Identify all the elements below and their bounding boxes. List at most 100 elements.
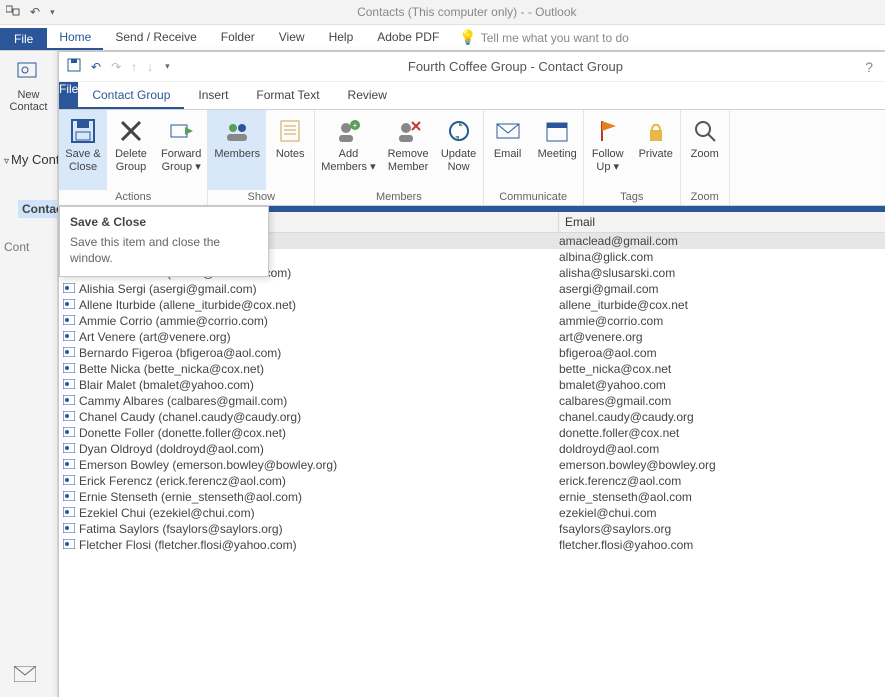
member-email: fsaylors@saylors.org xyxy=(559,522,885,536)
contact-card-icon xyxy=(59,491,79,504)
inner-tab-format-text[interactable]: Format Text xyxy=(242,82,333,109)
contact-card-icon xyxy=(59,459,79,472)
contact-card-icon xyxy=(59,331,79,344)
member-row[interactable]: Chanel Caudy (chanel.caudy@caudy.org)cha… xyxy=(59,409,885,425)
qat-save-icon[interactable] xyxy=(67,58,81,75)
qat-prev-icon[interactable]: ↑ xyxy=(131,60,137,74)
member-email: allene_iturbide@cox.net xyxy=(559,298,885,312)
member-name: Art Venere (art@venere.org) xyxy=(79,330,559,344)
member-name: Ammie Corrio (ammie@corrio.com) xyxy=(79,314,559,328)
member-row[interactable]: Blair Malet (bmalet@yahoo.com)bmalet@yah… xyxy=(59,377,885,393)
add-members-button[interactable]: + Add Members ▾ xyxy=(315,110,381,190)
qat-redo-icon[interactable]: ↷ xyxy=(111,60,121,74)
tell-me-search[interactable]: 💡 Tell me what you want to do xyxy=(451,25,637,50)
ribbon-group-actions: Save & CloseDelete GroupForward Group ▾A… xyxy=(59,110,208,205)
update-now-button[interactable]: Update Now xyxy=(435,110,483,190)
member-name: Chanel Caudy (chanel.caudy@caudy.org) xyxy=(79,410,559,424)
member-row[interactable]: Fatima Saylors (fsaylors@saylors.org)fsa… xyxy=(59,521,885,537)
members-list-area: Name Email amaclead@gmail.comAlbina Glic… xyxy=(59,212,885,697)
member-email: ammie@corrio.com xyxy=(559,314,885,328)
outer-tab-home[interactable]: Home xyxy=(47,26,103,50)
zoom-button[interactable]: Zoom xyxy=(681,110,729,190)
remove-member-button[interactable]: Remove Member xyxy=(382,110,435,190)
outer-window-title: Contacts (This computer only) - - Outloo… xyxy=(55,5,879,19)
private-button[interactable]: Private xyxy=(632,110,680,190)
outer-tab-help[interactable]: Help xyxy=(317,26,366,50)
member-row[interactable]: Bernardo Figeroa (bfigeroa@aol.com)bfige… xyxy=(59,345,885,361)
follow-up-label: Follow Up ▾ xyxy=(592,148,624,173)
member-row[interactable]: Dyan Oldroyd (doldroyd@aol.com)doldroyd@… xyxy=(59,441,885,457)
contact-card-icon xyxy=(59,427,79,440)
search-contacts-label[interactable]: Cont xyxy=(4,240,29,254)
follow-up-button[interactable]: Follow Up ▾ xyxy=(584,110,632,190)
new-contact-icon xyxy=(2,59,55,89)
member-row[interactable]: Donette Foller (donette.foller@cox.net)d… xyxy=(59,425,885,441)
ribbon-group-tags: Follow Up ▾PrivateTags xyxy=(584,110,681,205)
inner-tab-insert[interactable]: Insert xyxy=(184,82,242,109)
member-row[interactable]: Cammy Albares (calbares@gmail.com)calbar… xyxy=(59,393,885,409)
member-row[interactable]: Allene Iturbide (allene_iturbide@cox.net… xyxy=(59,297,885,313)
member-row[interactable]: Ernie Stenseth (ernie_stenseth@aol.com)e… xyxy=(59,489,885,505)
member-email: ezekiel@chui.com xyxy=(559,506,885,520)
member-name: Ezekiel Chui (ezekiel@chui.com) xyxy=(79,506,559,520)
member-name: Bernardo Figeroa (bfigeroa@aol.com) xyxy=(79,346,559,360)
delete-group-button[interactable]: Delete Group xyxy=(107,110,155,190)
qat-send-receive-icon[interactable] xyxy=(6,3,22,22)
member-row[interactable]: Art Venere (art@venere.org)art@venere.or… xyxy=(59,329,885,345)
add-members-label: Add Members ▾ xyxy=(321,148,375,173)
update-now-label: Update Now xyxy=(441,148,476,173)
member-email: bmalet@yahoo.com xyxy=(559,378,885,392)
member-email: calbares@gmail.com xyxy=(559,394,885,408)
contact-card-icon xyxy=(59,475,79,488)
member-row[interactable]: Ezekiel Chui (ezekiel@chui.com)ezekiel@c… xyxy=(59,505,885,521)
ribbon-group-label-members: Members xyxy=(315,190,482,205)
outer-tab-send-receive[interactable]: Send / Receive xyxy=(103,26,208,50)
inner-titlebar: ↶ ↷ ↑ ↓ ▾ Fourth Coffee Group - Contact … xyxy=(59,52,885,82)
outer-tab-folder[interactable]: Folder xyxy=(209,26,267,50)
member-row[interactable]: Erick Ferencz (erick.ferencz@aol.com)eri… xyxy=(59,473,885,489)
qat-undo-icon[interactable]: ↶ xyxy=(30,5,40,19)
inner-tab-review[interactable]: Review xyxy=(334,82,401,109)
help-button[interactable]: ? xyxy=(861,59,877,75)
column-header-email[interactable]: Email xyxy=(559,212,885,232)
contact-card-icon xyxy=(59,411,79,424)
meeting-button[interactable]: Meeting xyxy=(532,110,583,190)
contact-card-icon xyxy=(59,523,79,536)
member-email: alisha@slusarski.com xyxy=(559,266,885,280)
forward-group-button[interactable]: Forward Group ▾ xyxy=(155,110,207,190)
outer-file-tab[interactable]: File xyxy=(0,28,47,50)
member-row[interactable]: Alishia Sergi (asergi@gmail.com)asergi@g… xyxy=(59,281,885,297)
flag-icon xyxy=(594,114,622,148)
outer-titlebar: ↶ ▾ Contacts (This computer only) - - Ou… xyxy=(0,0,885,25)
qat-next-icon[interactable]: ↓ xyxy=(147,60,153,74)
members-button[interactable]: Members xyxy=(208,110,266,190)
qat-undo-icon[interactable]: ↶ xyxy=(91,60,101,74)
notes-button[interactable]: Notes xyxy=(266,110,314,190)
contact-group-window: ↶ ↷ ↑ ↓ ▾ Fourth Coffee Group - Contact … xyxy=(58,51,885,697)
notes-label: Notes xyxy=(276,148,305,161)
contact-card-icon xyxy=(59,299,79,312)
save-close-button[interactable]: Save & Close xyxy=(59,110,107,190)
remove-member-label: Remove Member xyxy=(388,148,429,173)
member-row[interactable]: Ammie Corrio (ammie@corrio.com)ammie@cor… xyxy=(59,313,885,329)
member-name: Fletcher Flosi (fletcher.flosi@yahoo.com… xyxy=(79,538,559,552)
inner-file-tab[interactable]: File xyxy=(59,82,78,109)
outer-tab-adobe-pdf[interactable]: Adobe PDF xyxy=(365,26,451,50)
forward-group-label: Forward Group ▾ xyxy=(161,148,201,173)
mail-nav-icon[interactable] xyxy=(14,666,36,687)
inner-ribbon-tabs: File Contact GroupInsertFormat TextRevie… xyxy=(59,82,885,110)
member-row[interactable]: Fletcher Flosi (fletcher.flosi@yahoo.com… xyxy=(59,537,885,553)
outer-left-rail: New Contact xyxy=(0,51,58,697)
new-contact-button[interactable]: New Contact xyxy=(0,51,57,121)
inner-tab-contact-group[interactable]: Contact Group xyxy=(78,82,184,109)
member-email: chanel.caudy@caudy.org xyxy=(559,410,885,424)
email-button[interactable]: Email xyxy=(484,110,532,190)
tell-me-label: Tell me what you want to do xyxy=(481,31,629,45)
contact-card-icon xyxy=(59,363,79,376)
member-row[interactable]: Bette Nicka (bette_nicka@cox.net)bette_n… xyxy=(59,361,885,377)
meeting-icon xyxy=(543,114,571,148)
outer-tab-view[interactable]: View xyxy=(267,26,317,50)
svg-text:+: + xyxy=(353,121,358,130)
member-row[interactable]: Emerson Bowley (emerson.bowley@bowley.or… xyxy=(59,457,885,473)
contact-card-icon xyxy=(59,283,79,296)
